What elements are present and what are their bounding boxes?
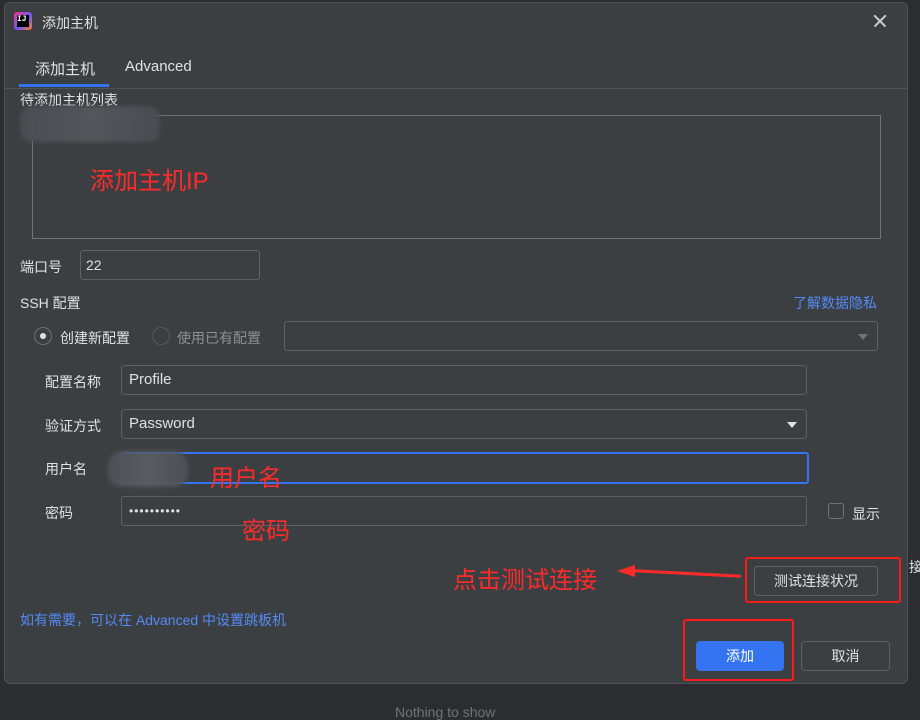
privacy-link[interactable]: 了解数据隐私 [793,293,877,313]
tab-add-host-label: 添加主机 [35,61,96,78]
test-connection-button[interactable]: 测试连接状况 [754,566,878,596]
port-input[interactable]: 22 [80,250,260,280]
redacted-host-value [20,106,160,142]
annotation-host-ip: 添加主机IP [90,168,209,195]
active-tab-indicator [19,84,109,87]
radio-new-config[interactable] [34,327,52,345]
background-empty-text: Nothing to show [395,704,496,720]
redacted-username-value [108,451,188,487]
chevron-down-icon [787,422,797,428]
app-logo-icon: IJ [14,12,32,30]
auth-method-value: Password [129,415,195,432]
profile-name-label: 配置名称 [45,374,101,390]
auth-method-label: 验证方式 [45,418,101,434]
chevron-down-icon [858,334,868,340]
existing-config-select[interactable] [284,321,878,351]
tabs-divider [5,88,907,89]
title-bar: IJ 添加主机 [5,3,907,41]
tab-add-host[interactable]: 添加主机 [19,51,109,87]
background-clipped-text: 接 [909,559,920,575]
radio-existing-config-label[interactable]: 使用已有配置 [177,328,261,348]
add-button[interactable]: 添加 [696,641,784,671]
tab-advanced-label: Advanced [125,58,192,75]
password-input[interactable]: •••••••••• [121,496,807,526]
cancel-button[interactable]: 取消 [801,641,890,671]
username-label: 用户名 [45,461,87,477]
show-password-label[interactable]: 显示 [852,504,880,524]
annotation-test-connection: 点击测试连接 [453,567,597,594]
profile-name-input[interactable]: Profile [121,365,807,395]
jump-host-hint[interactable]: 如有需要，可以在 Advanced 中设置跳板机 [20,610,286,630]
add-host-dialog: IJ 添加主机 添加主机 Advanced 待添加主机列表 添加主机IP 端口号… [4,2,908,684]
port-label: 端口号 [20,259,62,275]
annotation-password: 密码 [242,518,290,545]
close-icon[interactable] [869,10,891,32]
dialog-title: 添加主机 [42,15,98,31]
annotation-username: 用户名 [210,465,282,492]
annotation-arrow-line [630,569,741,578]
password-label: 密码 [45,505,73,521]
ssh-config-label: SSH 配置 [20,295,81,311]
show-password-checkbox[interactable] [828,503,844,519]
radio-existing-config[interactable] [152,327,170,345]
radio-new-config-label[interactable]: 创建新配置 [60,328,130,348]
auth-method-select[interactable]: Password [121,409,807,439]
